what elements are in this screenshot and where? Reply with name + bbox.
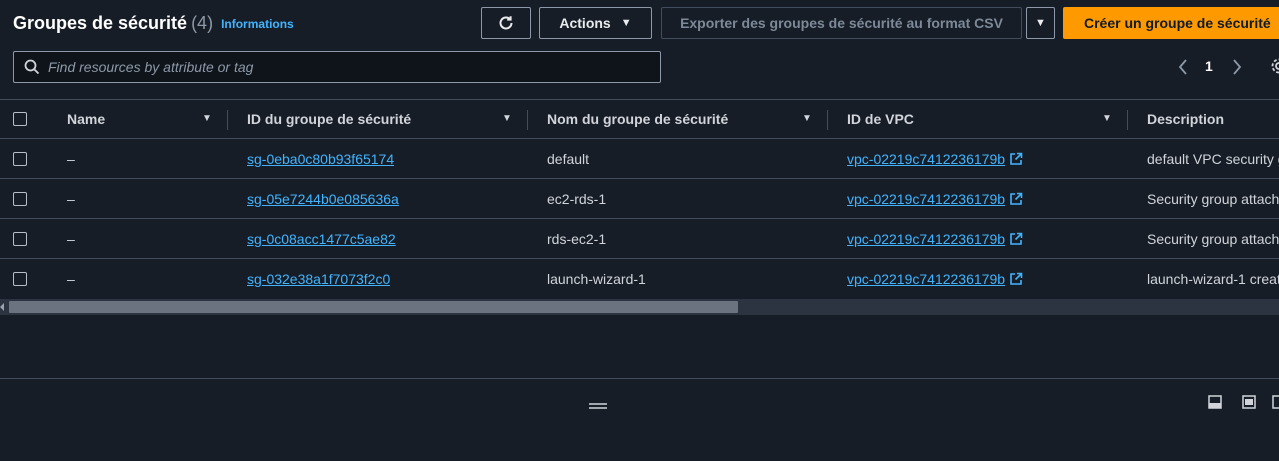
vpc-id-link[interactable]: vpc-02219c7412236179b xyxy=(847,271,1005,287)
cell-vpc-id: vpc-02219c7412236179b xyxy=(847,259,1023,299)
actions-label: Actions xyxy=(559,15,611,31)
panel-bottom-icon xyxy=(1208,395,1222,409)
row-checkbox[interactable] xyxy=(13,151,27,166)
sort-icon[interactable]: ▼ xyxy=(202,113,212,124)
cell-description: launch-wizard-1 created xyxy=(1147,271,1279,287)
scroll-left-arrow-icon[interactable] xyxy=(0,303,4,311)
actions-dropdown-button[interactable]: Actions ▼ xyxy=(539,7,652,39)
column-header-name[interactable]: Name xyxy=(67,100,105,138)
create-security-group-button[interactable]: Créer un groupe de sécurité xyxy=(1063,7,1279,39)
split-side-button[interactable] xyxy=(1242,395,1256,414)
search-icon xyxy=(24,59,40,75)
vpc-id-link[interactable]: vpc-02219c7412236179b xyxy=(847,231,1005,247)
cell-sg-name: ec2-rds-1 xyxy=(547,190,607,207)
item-count: (4) xyxy=(191,12,214,33)
cell-sg-name: launch-wizard-1 xyxy=(547,271,646,287)
create-label: Créer un groupe de sécurité xyxy=(1084,15,1271,31)
cell-name: – xyxy=(67,230,75,247)
cell-sg-id-link[interactable]: sg-05e7244b0e085636a xyxy=(247,179,399,218)
vpc-id-link[interactable]: vpc-02219c7412236179b xyxy=(847,151,1005,167)
column-divider[interactable] xyxy=(1127,110,1128,130)
chevron-left-icon xyxy=(1178,59,1187,75)
cell-vpc-id: vpc-02219c7412236179b xyxy=(847,219,1023,258)
caret-down-icon: ▼ xyxy=(620,17,632,29)
panel-side-icon xyxy=(1242,395,1256,409)
table-row[interactable]: – sg-0c08acc1477c5ae82 rds-ec2-1 vpc-022… xyxy=(0,219,1279,259)
column-divider[interactable] xyxy=(827,110,828,130)
current-page-number[interactable]: 1 xyxy=(1205,58,1213,74)
cell-description: Security group attached xyxy=(1147,230,1279,247)
cell-description: Security group attached xyxy=(1147,190,1279,207)
row-checkbox[interactable] xyxy=(13,191,27,206)
chevron-right-icon xyxy=(1233,59,1242,75)
vpc-id-link[interactable]: vpc-02219c7412236179b xyxy=(847,191,1005,207)
select-all-cell xyxy=(13,100,27,138)
prev-page-button[interactable] xyxy=(1177,56,1189,78)
cell-sg-name: default xyxy=(547,150,590,167)
cell-name: – xyxy=(67,190,75,207)
row-select-cell xyxy=(13,259,27,299)
info-link[interactable]: Informations xyxy=(221,17,294,31)
column-header-sg-name[interactable]: Nom du groupe de sécurité xyxy=(547,100,728,138)
external-link-icon[interactable] xyxy=(1009,192,1023,206)
security-groups-panel: Groupes de sécurité (4) Informations Act… xyxy=(0,0,1279,378)
external-link-icon[interactable] xyxy=(1009,152,1023,166)
cell-name: – xyxy=(67,150,75,167)
split-hide-button[interactable] xyxy=(1272,395,1279,414)
security-groups-table: Name ▼ ID du groupe de sécurité ▼ Nom du… xyxy=(0,99,1279,299)
table-row[interactable]: – sg-05e7244b0e085636a ec2-rds-1 vpc-022… xyxy=(0,179,1279,219)
page-title: Groupes de sécurité xyxy=(13,12,188,33)
caret-down-icon: ▼ xyxy=(1035,17,1046,29)
select-all-checkbox[interactable] xyxy=(13,112,27,126)
column-header-description[interactable]: Description xyxy=(1147,100,1224,138)
horizontal-scrollbar[interactable] xyxy=(0,299,1279,315)
row-checkbox[interactable] xyxy=(13,272,27,286)
table-preferences-button[interactable] xyxy=(1270,57,1279,80)
sort-icon[interactable]: ▼ xyxy=(1102,113,1112,124)
panel-hide-icon xyxy=(1272,395,1279,409)
search-input[interactable] xyxy=(48,59,648,75)
table-row[interactable]: – sg-032e38a1f7073f2c0 launch-wizard-1 v… xyxy=(0,259,1279,299)
search-box[interactable] xyxy=(13,51,661,83)
export-label: Exporter des groupes de sécurité au form… xyxy=(680,15,1003,31)
drag-handle-icon xyxy=(589,403,607,409)
row-select-cell xyxy=(13,139,27,178)
gear-icon xyxy=(1271,58,1279,74)
cell-sg-id-link[interactable]: sg-0eba0c80b93f65174 xyxy=(247,139,394,178)
export-csv-button[interactable]: Exporter des groupes de sécurité au form… xyxy=(661,7,1022,39)
cell-vpc-id: vpc-02219c7412236179b xyxy=(847,139,1023,178)
sort-icon[interactable]: ▼ xyxy=(502,113,512,124)
column-divider[interactable] xyxy=(527,110,528,130)
split-panel xyxy=(0,378,1279,461)
row-select-cell xyxy=(13,179,27,218)
split-bottom-button[interactable] xyxy=(1208,395,1222,414)
cell-sg-id-link[interactable]: sg-0c08acc1477c5ae82 xyxy=(247,219,396,258)
scrollbar-thumb[interactable] xyxy=(9,301,738,313)
table-row[interactable]: – sg-0eba0c80b93f65174 default vpc-02219… xyxy=(0,139,1279,179)
row-select-cell xyxy=(13,219,27,258)
cell-sg-name: rds-ec2-1 xyxy=(547,230,607,247)
refresh-icon xyxy=(499,16,513,30)
row-checkbox[interactable] xyxy=(13,231,27,246)
cell-sg-id-link[interactable]: sg-032e38a1f7073f2c0 xyxy=(247,259,390,299)
resize-handle[interactable] xyxy=(589,397,607,415)
table-header-row: Name ▼ ID du groupe de sécurité ▼ Nom du… xyxy=(0,99,1279,139)
export-dropdown-button[interactable]: ▼ xyxy=(1026,7,1055,39)
column-header-vpc-id[interactable]: ID de VPC xyxy=(847,100,914,138)
sort-icon[interactable]: ▼ xyxy=(802,113,812,124)
external-link-icon[interactable] xyxy=(1009,232,1023,246)
page-header: Groupes de sécurité (4) Informations xyxy=(13,10,294,36)
cell-name: – xyxy=(67,271,75,287)
column-divider[interactable] xyxy=(227,110,228,130)
column-header-sg-id[interactable]: ID du groupe de sécurité xyxy=(247,100,411,138)
next-page-button[interactable] xyxy=(1231,56,1243,78)
cell-vpc-id: vpc-02219c7412236179b xyxy=(847,179,1023,218)
cell-description: default VPC security group xyxy=(1147,150,1279,167)
refresh-button[interactable] xyxy=(481,7,531,39)
external-link-icon[interactable] xyxy=(1009,272,1023,286)
